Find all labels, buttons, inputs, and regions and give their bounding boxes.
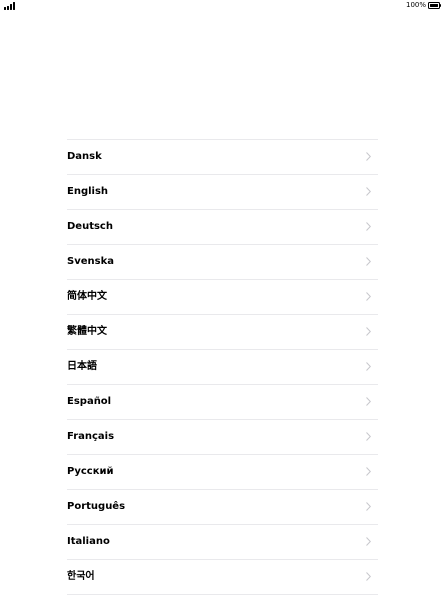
language-item-traditional-chinese[interactable]: 繁體中文 (67, 315, 378, 350)
language-label: Italiano (67, 536, 110, 547)
chevron-right-icon (366, 397, 371, 406)
language-item-simplified-chinese[interactable]: 简体中文 (67, 280, 378, 315)
chevron-right-icon (366, 432, 371, 441)
language-label: Русский (67, 466, 114, 477)
language-label: 繁體中文 (67, 326, 107, 337)
language-item-espanol[interactable]: Español (67, 385, 378, 420)
chevron-right-icon (366, 222, 371, 231)
status-bar: 100% (0, 0, 445, 12)
chevron-right-icon (366, 502, 371, 511)
chevron-right-icon (366, 327, 371, 336)
language-label: Français (67, 431, 115, 442)
chevron-right-icon (366, 187, 371, 196)
language-label: English (67, 186, 109, 197)
chevron-right-icon (366, 362, 371, 371)
language-item-english[interactable]: English (67, 175, 378, 210)
language-item-japanese[interactable]: 日本語 (67, 350, 378, 385)
language-item-portugues[interactable]: Português (67, 490, 378, 525)
chevron-right-icon (366, 467, 371, 476)
language-item-italiano[interactable]: Italiano (67, 525, 378, 560)
language-label: Español (67, 396, 112, 407)
language-item-deutsch[interactable]: Deutsch (67, 210, 378, 245)
language-label: Português (67, 501, 126, 512)
language-label: Svenska (67, 256, 114, 267)
chevron-right-icon (366, 152, 371, 161)
language-item-russian[interactable]: Русский (67, 455, 378, 490)
language-item-korean[interactable]: 한국어 (67, 560, 378, 595)
language-label: 简体中文 (67, 291, 107, 302)
chevron-right-icon (366, 292, 371, 301)
chevron-right-icon (366, 257, 371, 266)
battery-percentage: 100% (405, 1, 426, 9)
language-label: 日本語 (67, 361, 97, 372)
language-label: 한국어 (67, 571, 95, 582)
language-item-francais[interactable]: Français (67, 420, 378, 455)
battery-icon (428, 2, 441, 9)
signal-icon (4, 2, 16, 10)
chevron-right-icon (366, 572, 371, 581)
language-label: Dansk (67, 151, 102, 162)
chevron-right-icon (366, 537, 371, 546)
language-label: Deutsch (67, 221, 113, 232)
language-list: Dansk English Deutsch Svenska 简体中文 繁體中文 … (67, 139, 378, 595)
language-item-dansk[interactable]: Dansk (67, 140, 378, 175)
language-item-svenska[interactable]: Svenska (67, 245, 378, 280)
